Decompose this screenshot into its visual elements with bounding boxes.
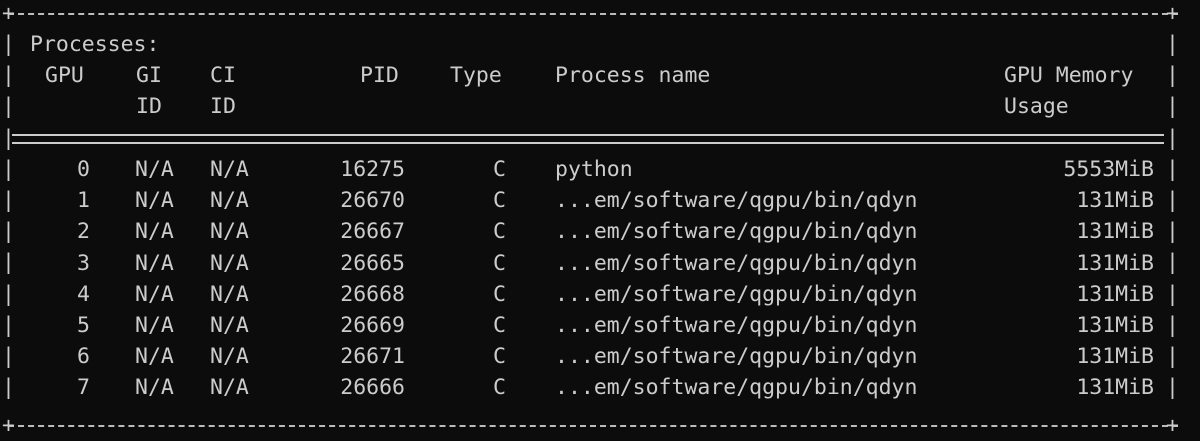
row-process-name: ...em/software/qgpu/bin/qdyn	[555, 251, 918, 276]
row-pid: 26667	[340, 219, 405, 244]
row-gpu-memory: 131MiB	[1076, 375, 1154, 400]
table-vertical-border: |	[2, 94, 15, 119]
table-vertical-border: |	[1166, 94, 1179, 119]
table-vertical-border: |	[2, 32, 15, 57]
bottom-right-corner: +	[1166, 413, 1179, 438]
row-gpu-memory: 131MiB	[1076, 251, 1154, 276]
row-gpu: 5	[77, 313, 90, 338]
row-gpu-memory: 131MiB	[1076, 344, 1154, 369]
table-row: 1 N/A N/A 26670 C ...em/software/qgpu/bin/qdy…	[0, 185, 1200, 216]
table-row: 2 N/A N/A 26667 C ...em/software/qgpu/bin/qdy…	[0, 216, 1200, 247]
header-process-name: Process name	[555, 63, 711, 88]
row-gi-id: N/A	[135, 251, 174, 276]
header-ci-id: ID	[210, 94, 236, 119]
row-pid: 26666	[340, 375, 405, 400]
table-bottom-border	[8, 425, 1178, 427]
table-top-border	[8, 13, 1178, 15]
table-vertical-border: |	[1166, 63, 1179, 88]
row-gi-id: N/A	[135, 344, 174, 369]
row-ci-id: N/A	[210, 188, 249, 213]
row-type: C	[493, 219, 506, 244]
header-gpu-memory: GPU Memory	[1004, 63, 1134, 88]
header-type: Type	[450, 63, 502, 88]
row-process-name: ...em/software/qgpu/bin/qdyn	[555, 282, 918, 307]
row-gpu: 2	[77, 219, 90, 244]
row-process-name: ...em/software/qgpu/bin/qdyn	[555, 188, 918, 213]
header-usage: Usage	[1004, 94, 1069, 119]
row-type: C	[493, 157, 506, 182]
row-type: C	[493, 282, 506, 307]
row-ci-id: N/A	[210, 313, 249, 338]
row-pid: 26669	[340, 313, 405, 338]
row-gpu-memory: 5553MiB	[1063, 157, 1154, 182]
row-gpu: 3	[77, 251, 90, 276]
row-gpu: 7	[77, 375, 90, 400]
top-left-corner: +	[2, 1, 15, 26]
row-pid: 16275	[340, 157, 405, 182]
row-gi-id: N/A	[135, 188, 174, 213]
row-gi-id: N/A	[135, 313, 174, 338]
row-gpu: 6	[77, 344, 90, 369]
row-pid: 26668	[340, 282, 405, 307]
table-vertical-border: |	[1166, 32, 1179, 57]
row-type: C	[493, 188, 506, 213]
table-vertical-border: |	[2, 63, 15, 88]
row-process-name: ...em/software/qgpu/bin/qdyn	[555, 219, 918, 244]
row-gi-id: N/A	[135, 219, 174, 244]
row-gi-id: N/A	[135, 282, 174, 307]
row-pid: 26671	[340, 344, 405, 369]
row-type: C	[493, 313, 506, 338]
row-type: C	[493, 344, 506, 369]
row-process-name: ...em/software/qgpu/bin/qdyn	[555, 344, 918, 369]
processes-title: Processes:	[30, 32, 160, 57]
row-process-name: python	[555, 157, 633, 182]
row-pid: 26665	[340, 251, 405, 276]
header-separator	[12, 134, 1164, 144]
row-gpu-memory: 131MiB	[1076, 282, 1154, 307]
header-gpu: GPU	[45, 63, 84, 88]
row-gi-id: N/A	[135, 157, 174, 182]
row-ci-id: N/A	[210, 157, 249, 182]
row-process-name: ...em/software/qgpu/bin/qdyn	[555, 375, 918, 400]
top-right-corner: +	[1166, 1, 1179, 26]
row-gpu: 4	[77, 282, 90, 307]
row-ci-id: N/A	[210, 375, 249, 400]
row-gpu-memory: 131MiB	[1076, 313, 1154, 338]
header-ci: CI	[210, 63, 236, 88]
row-gpu: 1	[77, 188, 90, 213]
table-row: 6 N/A N/A 26671 C ...em/software/qgpu/bin/qdy…	[0, 341, 1200, 372]
row-type: C	[493, 375, 506, 400]
row-type: C	[493, 251, 506, 276]
table-row: 0 N/A N/A 16275 Cpython 5553MiB	[0, 154, 1200, 185]
table-row: 7 N/A N/A 26666 C ...em/software/qgpu/bin/qdy…	[0, 372, 1200, 403]
row-gpu-memory: 131MiB	[1076, 219, 1154, 244]
header-pid: PID	[360, 63, 399, 88]
table-row: 3 N/A N/A 26665 C ...em/software/qgpu/bin/qdy…	[0, 248, 1200, 279]
row-ci-id: N/A	[210, 282, 249, 307]
row-gpu: 0	[77, 157, 90, 182]
header-gi-id: ID	[136, 94, 162, 119]
header-gi: GI	[136, 63, 162, 88]
table-row: 4 N/A N/A 26668 C ...em/software/qgpu/bin/qdy…	[0, 279, 1200, 310]
bottom-left-corner: +	[2, 413, 15, 438]
row-ci-id: N/A	[210, 219, 249, 244]
table-vertical-border: |	[1166, 126, 1179, 151]
terminal-window[interactable]: + + + + | | | | | | | | | | | | | | | | | | | | | | | | Process…	[0, 0, 1200, 440]
row-gpu-memory: 131MiB	[1076, 188, 1154, 213]
row-ci-id: N/A	[210, 251, 249, 276]
row-gi-id: N/A	[135, 375, 174, 400]
row-pid: 26670	[340, 188, 405, 213]
row-ci-id: N/A	[210, 344, 249, 369]
row-process-name: ...em/software/qgpu/bin/qdyn	[555, 313, 918, 338]
table-row: 5 N/A N/A 26669 C ...em/software/qgpu/bin/qdy…	[0, 310, 1200, 341]
